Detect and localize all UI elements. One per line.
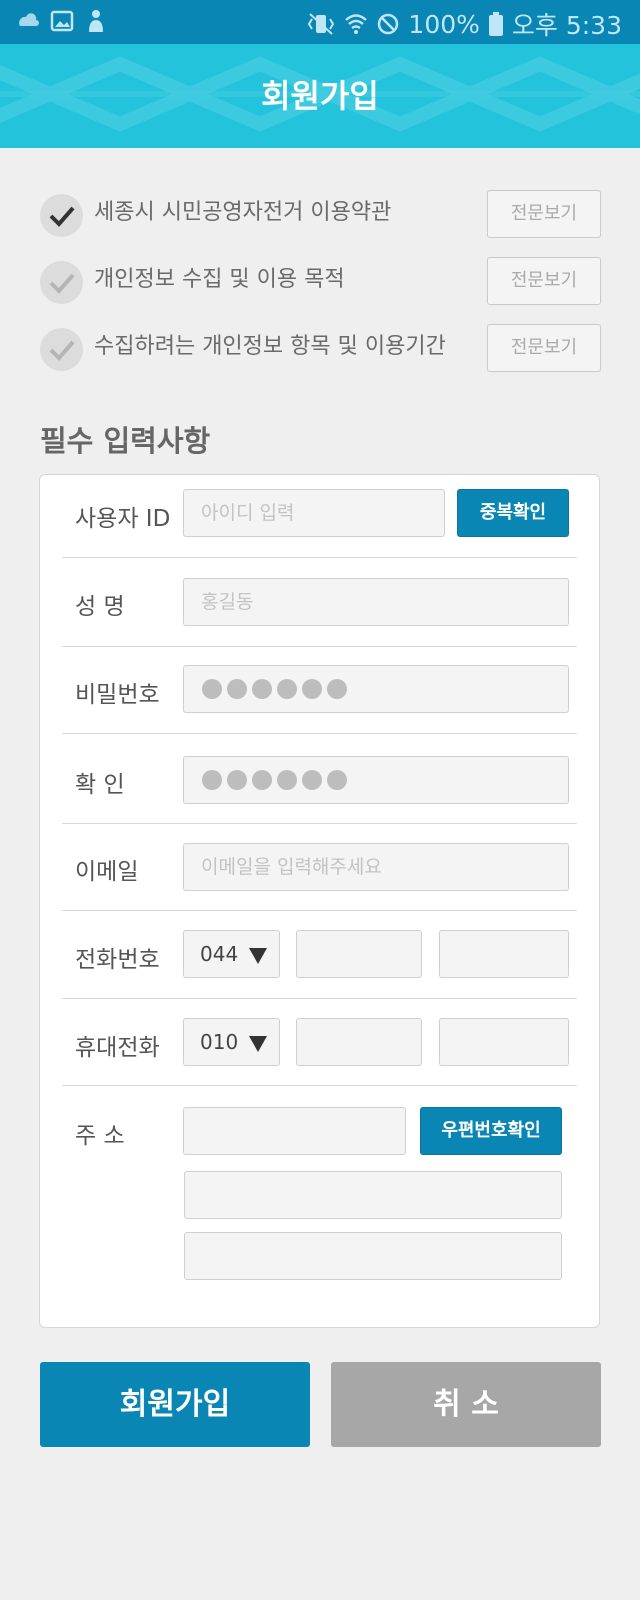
mobile-prefix-select[interactable]: 010	[183, 1018, 280, 1066]
name-label: 성 명	[75, 594, 125, 620]
address-line1-input[interactable]	[184, 1171, 562, 1219]
email-input[interactable]: 이메일을 입력해주세요	[183, 843, 569, 891]
divider	[62, 910, 577, 911]
wifi-icon	[345, 14, 368, 34]
phone-last-input[interactable]	[439, 930, 569, 978]
phone-label: 전화번호	[75, 947, 160, 973]
check-icon	[49, 273, 75, 294]
mobile-last-input[interactable]	[439, 1018, 569, 1066]
dropdown-arrow-icon	[249, 948, 267, 964]
divider	[62, 733, 577, 734]
email-label: 이메일	[75, 859, 139, 885]
divider	[62, 823, 577, 824]
divider	[62, 646, 577, 647]
confirm-label: 확 인	[75, 772, 125, 798]
battery-icon	[488, 12, 503, 36]
user-id-input[interactable]: 아이디 입력	[183, 489, 445, 537]
password-mask	[202, 679, 347, 699]
zipcode-search-button[interactable]: 우편번호확인	[420, 1107, 562, 1155]
phone-area-code-select[interactable]: 044	[183, 930, 280, 978]
person-icon	[89, 10, 103, 32]
term-label: 개인정보 수집 및 이용 목적	[94, 267, 345, 292]
password-confirm-input[interactable]	[183, 756, 569, 804]
password-confirm-mask	[202, 770, 347, 790]
password-input[interactable]	[183, 665, 569, 713]
divider	[62, 998, 577, 999]
term-checkbox[interactable]	[40, 328, 83, 371]
term-row: 개인정보 수집 및 이용 목적 전문보기	[40, 257, 601, 324]
signup-submit-button[interactable]: 회원가입	[40, 1362, 310, 1447]
zipcode-input[interactable]	[183, 1107, 406, 1155]
term-row: 세종시 시민공영자전거 이용약관 전문보기	[40, 190, 601, 257]
check-icon	[49, 340, 75, 361]
address-line2-input[interactable]	[184, 1232, 562, 1280]
battery-percent: 100%	[408, 9, 480, 39]
divider	[62, 1085, 577, 1086]
term-checkbox[interactable]	[40, 261, 83, 304]
cancel-button[interactable]: 취 소	[331, 1362, 601, 1447]
view-full-button[interactable]: 전문보기	[487, 324, 601, 372]
term-row: 수집하려는 개인정보 항목 및 이용기간 전문보기	[40, 324, 601, 391]
divider	[62, 557, 577, 558]
status-bar: 100% 오후 5:33	[0, 0, 640, 44]
terms-list: 세종시 시민공영자전거 이용약관 전문보기 개인정보 수집 및 이용 목적 전문…	[40, 190, 601, 391]
mobile-label: 휴대전화	[75, 1035, 160, 1061]
mobile-middle-input[interactable]	[296, 1018, 422, 1066]
term-label: 수집하려는 개인정보 항목 및 이용기간	[94, 334, 446, 359]
name-input[interactable]: 홍길동	[183, 578, 569, 626]
phone-area-code-value: 044	[200, 942, 239, 966]
cloud-icon	[19, 13, 39, 26]
image-icon	[50, 10, 74, 32]
address-label: 주 소	[75, 1123, 125, 1149]
page-title: 회원가입	[261, 77, 379, 115]
vibrate-icon	[308, 13, 335, 35]
section-title: 필수 입력사항	[40, 424, 211, 458]
check-icon	[49, 206, 75, 227]
signup-form: 사용자 ID 아이디 입력 중복확인 성 명 홍길동 비밀번호 확 인 이메일 …	[39, 474, 600, 1328]
term-checkbox[interactable]	[40, 194, 83, 237]
view-full-button[interactable]: 전문보기	[487, 190, 601, 238]
dropdown-arrow-icon	[249, 1036, 267, 1052]
app-header: 회원가입	[0, 44, 640, 148]
phone-middle-input[interactable]	[296, 930, 422, 978]
term-label: 세종시 시민공영자전거 이용약관	[94, 200, 392, 225]
no-disturb-icon	[378, 13, 399, 35]
mobile-prefix-value: 010	[200, 1030, 239, 1054]
clock: 오후 5:33	[511, 11, 622, 40]
password-label: 비밀번호	[75, 682, 160, 708]
user-id-label: 사용자 ID	[75, 506, 171, 532]
view-full-button[interactable]: 전문보기	[487, 257, 601, 305]
duplicate-check-button[interactable]: 중복확인	[457, 489, 569, 537]
